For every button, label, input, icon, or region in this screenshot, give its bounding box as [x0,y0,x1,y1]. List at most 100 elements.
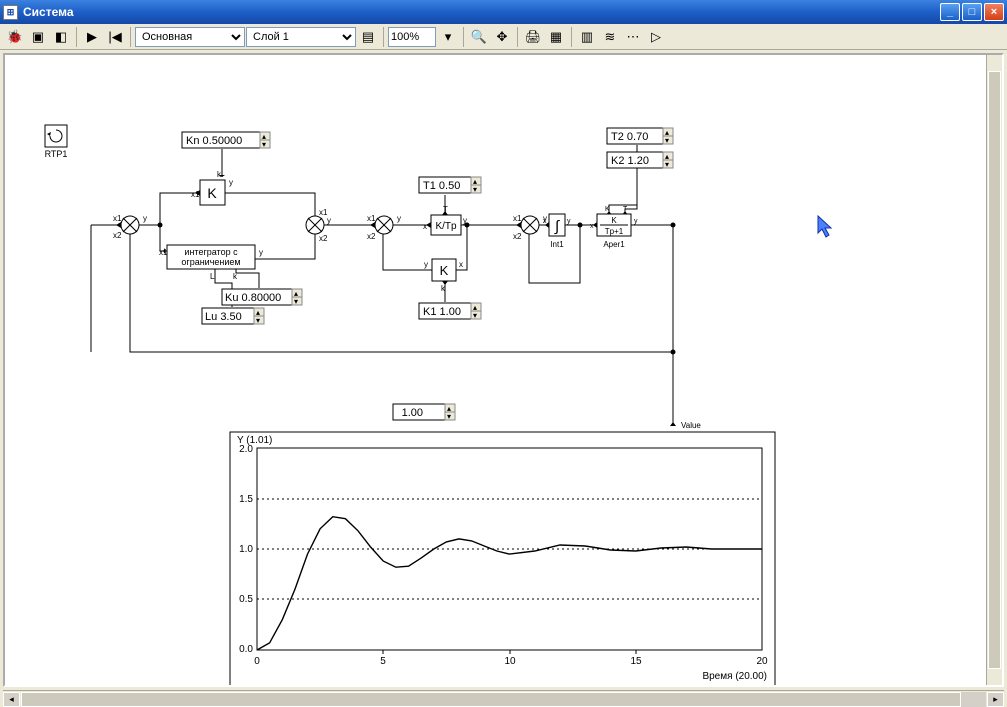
fit-icon[interactable]: ▦ [545,26,567,48]
param-kn[interactable]: Kn 0.50000 ▴ ▾ [182,132,270,149]
svg-text:x: x [543,218,547,225]
param-const1[interactable]: 1.00 ▴ ▾ [393,404,455,421]
svg-text:1.0: 1.0 [239,544,253,555]
scroll-right-icon[interactable]: ▸ [987,692,1004,707]
arrow-right-icon[interactable]: ▷ [645,26,667,48]
record-icon[interactable]: ◧ [50,26,72,48]
arrowheads [116,175,676,426]
svg-text:Int1: Int1 [550,240,564,249]
app-icon: ⊞ [3,5,18,20]
close-button[interactable]: × [984,3,1004,21]
svg-text:▾: ▾ [447,412,451,421]
svg-text:5: 5 [380,656,386,667]
print-icon[interactable]: 🖨 [522,26,544,48]
svg-text:x2: x2 [319,234,328,243]
horizontal-scrollbar[interactable]: ◂ ▸ [3,690,1004,707]
zoom-tool-icon[interactable]: 🔍 [468,26,490,48]
zoom-dropdown-icon[interactable]: ▾ [437,26,459,48]
svg-text:Ku 0.80000: Ku 0.80000 [225,292,281,304]
svg-text:Kn 0.50000: Kn 0.50000 [186,135,242,147]
svg-text:0.0: 0.0 [239,644,253,655]
signal-lines [91,145,673,426]
run-icon[interactable]: 🐞 [4,26,26,48]
svg-text:0: 0 [254,656,260,667]
svg-text:15: 15 [630,656,642,667]
svg-text:2.0: 2.0 [239,444,253,455]
sum-block-4[interactable]: x1 x2 y [513,214,547,241]
rewind-icon[interactable]: |◀ [104,26,126,48]
svg-text:x: x [423,222,427,231]
svg-text:K/Tp: K/Tp [435,221,457,232]
svg-text:L: L [210,272,215,281]
svg-text:▾: ▾ [473,185,477,194]
gain-k-block[interactable]: K x1 y k [191,170,233,205]
param-t2[interactable]: T2 0.70 ▴ ▾ [607,128,673,145]
svg-text:y: y [397,214,401,223]
scroll-left-icon[interactable]: ◂ [3,692,20,707]
svg-text:Aper1: Aper1 [603,240,625,249]
svg-text:x2: x2 [513,232,522,241]
gain-k2-block[interactable]: K x y k [424,259,463,293]
svg-text:y: y [463,216,467,225]
svg-text:T1 0.50: T1 0.50 [423,180,460,192]
svg-text:▾: ▾ [473,311,477,320]
zoom-input[interactable] [388,27,436,47]
rtp-block[interactable]: RTP1 [45,125,68,159]
svg-text:y: y [634,218,638,225]
svg-text:x: x [590,223,594,230]
svg-text:T: T [623,206,628,213]
align-icon[interactable]: ≋ [599,26,621,48]
svg-text:y: y [567,218,571,225]
int1-block[interactable]: ∫ Int1 x y [543,214,571,249]
rtp-label: RTP1 [45,149,68,159]
play-to-end-icon[interactable]: ▣ [27,26,49,48]
param-t1[interactable]: T1 0.50 ▴ ▾ [419,177,481,194]
toolbar: 🐞 ▣ ◧ ▶ |◀ Основная Слой 1 ▤ ▾ 🔍 ✥ 🖨 ▦ ▥… [0,24,1007,50]
sum-block-3[interactable]: x1 x2 y [367,214,401,241]
param-k1[interactable]: K1 1.00 ▴ ▾ [419,303,481,320]
chart-x-title: Время (20.00) [702,671,767,682]
svg-text:K: K [207,185,217,201]
window-title: Система [23,5,940,19]
svg-text:x1: x1 [367,214,376,223]
svg-text:ограничением: ограничением [181,257,240,267]
svg-text:Lu 3.50: Lu 3.50 [205,311,242,323]
svg-text:x: x [459,260,463,269]
svg-text:k: k [217,170,222,179]
diagram-canvas[interactable]: RTP1 [3,53,1004,687]
play-icon[interactable]: ▶ [81,26,103,48]
vertical-scrollbar[interactable] [986,55,1002,685]
svg-text:y: y [327,216,331,225]
svg-text:x1: x1 [513,214,522,223]
svg-text:10: 10 [504,656,516,667]
svg-text:1.00: 1.00 [402,407,423,419]
layer-settings-icon[interactable]: ▤ [357,26,379,48]
svg-text:K: K [605,206,610,213]
svg-text:Tp+1: Tp+1 [605,227,624,236]
k-over-tp-block[interactable]: K/Tp x y T [423,205,467,235]
integrator-limited-block[interactable]: интегратор с ограничением x1 y L k [159,245,263,281]
aper1-block[interactable]: K Tp+1 Aper1 x y K T [590,206,638,249]
svg-text:1.5: 1.5 [239,494,253,505]
svg-text:▾: ▾ [665,160,669,169]
sheet-select[interactable]: Основная [135,27,245,47]
svg-text:K1 1.00: K1 1.00 [423,306,461,318]
minimize-button[interactable]: _ [940,3,960,21]
svg-text:y: y [143,214,147,223]
svg-text:▾: ▾ [262,140,266,149]
svg-text:▾: ▾ [294,297,298,306]
param-ku[interactable]: Ku 0.80000 ▴ ▾ [222,289,302,306]
svg-text:x1: x1 [159,248,168,257]
param-k2[interactable]: K2 1.20 ▴ ▾ [607,152,673,169]
pan-tool-icon[interactable]: ✥ [491,26,513,48]
param-lu[interactable]: Lu 3.50 ▴ ▾ [202,308,264,325]
svg-text:K: K [440,263,449,278]
svg-text:▾: ▾ [665,136,669,145]
svg-text:K2 1.20: K2 1.20 [611,155,649,167]
value-port-label: Value [681,421,701,430]
grid-icon[interactable]: ▥ [576,26,598,48]
chart[interactable]: Y (1.01) Время (20.00) 0.0 0.5 1.0 1.5 2… [230,432,775,687]
maximize-button[interactable]: □ [962,3,982,21]
annotations-icon[interactable]: ⋯ [622,26,644,48]
layer-select[interactable]: Слой 1 [246,27,356,47]
